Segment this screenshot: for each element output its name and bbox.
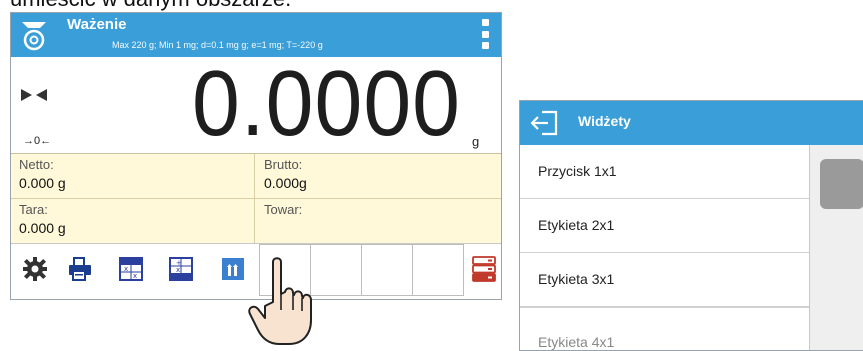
empty-widget-slot[interactable]: [412, 244, 464, 296]
page-caption: umieścić w danym obszarze.: [10, 0, 291, 12]
gear-icon[interactable]: [18, 252, 52, 286]
empty-widget-slot[interactable]: [361, 244, 413, 296]
weight-unit[interactable]: g: [472, 134, 479, 149]
brutto-label: Brutto:: [264, 157, 303, 172]
scale-specs: Max 220 g; Min 1 mg; d=0.1 mg g; e=1 mg;…: [112, 40, 323, 50]
menu-icon[interactable]: [482, 19, 490, 49]
svg-text:x: x: [133, 272, 137, 280]
brutto-field[interactable]: Brutto: 0.000g: [256, 154, 499, 198]
towar-field[interactable]: Towar:: [256, 199, 499, 243]
netto-value: 0.000 g: [19, 175, 66, 191]
towar-label: Towar:: [264, 202, 303, 217]
scale-mode-icon[interactable]: [20, 19, 48, 51]
weight-readout: →0← 0.0000 g: [11, 52, 501, 156]
list-item-label: Etykieta 2x1: [538, 217, 615, 233]
list-item-label: Przycisk 1x1: [538, 163, 617, 179]
list-item[interactable]: Przycisk 1x1: [520, 145, 810, 199]
weight-value: 0.0000: [191, 52, 461, 156]
widgets-panel: Widżety Przycisk 1x1 Etykieta 2x1 Etykie…: [519, 100, 863, 351]
list-item-label: Etykieta 4x1: [538, 334, 615, 350]
netto-label: Netto:: [19, 157, 54, 172]
tara-field[interactable]: Tara: 0.000 g: [11, 199, 254, 243]
empty-widget-slot[interactable]: [310, 244, 362, 296]
widgets-header: Widżety: [520, 101, 863, 145]
calculator-icon[interactable]: x x: [114, 252, 148, 286]
mode-title: Ważenie: [67, 16, 127, 33]
svg-text:x: x: [124, 265, 128, 273]
stability-icon: [21, 89, 47, 101]
calculator-minus-icon[interactable]: + x: [164, 252, 198, 286]
list-item-label: Etykieta 3x1: [538, 271, 615, 287]
zero-indicator-icon: →0←: [23, 135, 52, 147]
tara-value: 0.000 g: [19, 220, 66, 236]
info-panel: Netto: 0.000 g Brutto: 0.000g Tara: 0.00…: [11, 153, 501, 244]
svg-text:x: x: [176, 266, 180, 274]
scrollbar-thumb[interactable]: [820, 159, 863, 209]
brutto-value: 0.000g: [264, 175, 307, 191]
netto-field[interactable]: Netto: 0.000 g: [11, 154, 254, 198]
widgets-title: Widżety: [578, 113, 631, 129]
print-icon[interactable]: [63, 252, 97, 286]
list-item[interactable]: Etykieta 2x1: [520, 199, 810, 253]
list-item[interactable]: Etykieta 3x1: [520, 253, 810, 307]
pointing-hand-icon: [248, 257, 312, 345]
widgets-list: Przycisk 1x1 Etykieta 2x1 Etykieta 3x1 E…: [520, 145, 810, 350]
tara-label: Tara:: [19, 202, 48, 217]
list-item[interactable]: Etykieta 4x1: [520, 307, 810, 350]
back-icon[interactable]: [530, 109, 560, 137]
scrollbar[interactable]: [809, 145, 863, 350]
database-icon[interactable]: [467, 252, 501, 286]
